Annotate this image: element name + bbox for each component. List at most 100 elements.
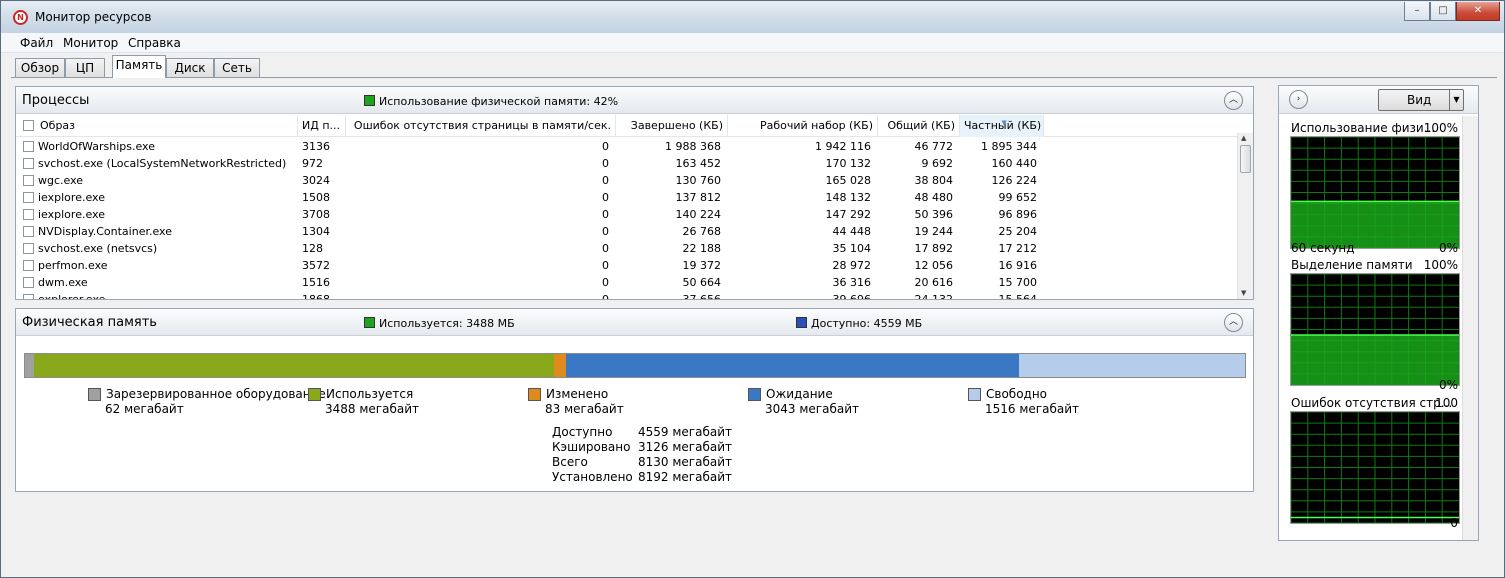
menu-help[interactable]: Справка — [128, 36, 181, 50]
scroll-up-icon[interactable]: ▲ — [1241, 134, 1246, 142]
cell-commit: 130 760 — [675, 174, 722, 187]
menu-monitor[interactable]: Монитор — [63, 36, 118, 50]
processes-collapse-button[interactable]: ︿ — [1224, 91, 1243, 110]
legend-color-square — [308, 388, 321, 401]
scroll-thumb[interactable] — [1240, 145, 1251, 173]
legend-value: 83 мегабайт — [545, 402, 624, 416]
maximize-button[interactable]: □ — [1430, 2, 1456, 21]
physical-usage-stat: Использование физической памяти: 42% — [364, 95, 618, 108]
col-private[interactable]: ▼ Частный (КБ) — [960, 115, 1044, 137]
row-checkbox[interactable] — [23, 175, 34, 186]
view-label: Вид — [1407, 93, 1432, 107]
select-all-checkbox[interactable] — [23, 120, 34, 131]
resource-monitor-app-icon: N — [13, 10, 28, 25]
legend-item-in-use: Используется 3488 мегабайт — [308, 387, 419, 416]
cell-pid: 1304 — [302, 225, 330, 238]
cell-name: iexplore.exe — [38, 191, 105, 204]
row-checkbox[interactable] — [23, 158, 34, 169]
graph-max-label: 100 — [1435, 396, 1458, 410]
row-checkbox[interactable] — [23, 260, 34, 271]
graph-time-label: 60 секунд — [1291, 241, 1355, 255]
table-row[interactable]: NVDisplay.Container.exe 1304 0 26 768 44 448… — [16, 223, 1253, 240]
row-checkbox[interactable] — [23, 209, 34, 220]
physical-memory-panel: Физическая память Используется: 3488 МБ … — [15, 308, 1254, 492]
menu-file[interactable]: Файл — [20, 36, 53, 50]
title-bar[interactable]: N Монитор ресурсов – □ ✕ — [1, 1, 1504, 33]
row-checkbox[interactable] — [23, 226, 34, 237]
table-row[interactable]: iexplore.exe 3708 0 140 224 147 292 50 396 96 … — [16, 206, 1253, 223]
row-checkbox[interactable] — [23, 141, 34, 152]
legend-value: 62 мегабайт — [105, 402, 184, 416]
physical-memory-header[interactable]: Физическая память Используется: 3488 МБ … — [16, 309, 1253, 336]
table-row[interactable]: iexplore.exe 1508 0 137 812 148 132 48 480 99 … — [16, 189, 1253, 206]
table-row[interactable]: svchost.exe (LocalSystemNetworkRestricte… — [16, 155, 1253, 172]
usage-legend-square — [364, 95, 375, 106]
cell-faults: 0 — [602, 259, 609, 272]
cell-private: 16 916 — [998, 259, 1038, 272]
tab-cpu[interactable]: ЦП — [65, 58, 105, 78]
cell-shared: 24 132 — [882, 293, 954, 299]
view-button[interactable]: Вид ▼ — [1378, 89, 1464, 111]
graphs-scrollbar[interactable] — [1462, 116, 1478, 540]
table-row[interactable]: explorer.exe 1868 0 37 656 39 696 24 132 15 56… — [16, 291, 1253, 299]
legend-label: Свободно — [986, 387, 1048, 401]
close-button[interactable]: ✕ — [1456, 2, 1500, 21]
col-image[interactable]: Образ — [36, 115, 298, 137]
legend-color-square — [968, 388, 981, 401]
col-shareable[interactable]: Общий (КБ) — [878, 115, 960, 137]
col-pid[interactable]: ИД п... — [298, 115, 346, 137]
tab-network[interactable]: Сеть — [214, 58, 260, 78]
legend-item-standby: Ожидание 3043 мегабайт — [748, 387, 859, 416]
processes-title: Процессы — [22, 93, 90, 108]
cell-private: 96 896 — [998, 208, 1038, 221]
cell-faults: 0 — [602, 140, 609, 153]
cell-name: WorldOfWarships.exe — [38, 140, 155, 153]
physical-memory-title: Физическая память — [22, 315, 157, 330]
cell-faults: 0 — [602, 191, 609, 204]
graphs-pane: › Вид ▼ Использование физи... 100% 60 секу… — [1278, 85, 1479, 541]
table-row[interactable]: wgc.exe 3024 0 130 760 165 028 38 804 126 224 — [16, 172, 1253, 189]
cell-working: 165 028 — [825, 174, 872, 187]
cell-shared: 48 480 — [914, 191, 954, 204]
row-checkbox[interactable] — [23, 243, 34, 254]
row-checkbox[interactable] — [23, 192, 34, 203]
minimize-button[interactable]: – — [1404, 2, 1430, 21]
legend-label: Ожидание — [766, 387, 833, 401]
cell-working: 170 132 — [825, 157, 872, 170]
table-row[interactable]: perfmon.exe 3572 0 19 372 28 972 12 056 16 916 — [16, 257, 1253, 274]
view-dropdown-icon[interactable]: ▼ — [1449, 90, 1463, 110]
legend-color-square — [88, 388, 101, 401]
physical-memory-collapse-button[interactable]: ︿ — [1224, 313, 1243, 332]
graphs-pane-header: › Вид ▼ — [1279, 86, 1478, 114]
table-row[interactable]: WorldOfWarships.exe 3136 0 1 988 368 1 942 1… — [16, 138, 1253, 155]
summary-value: 4559 мегабайт — [638, 425, 732, 439]
legend-label: Изменено — [546, 387, 609, 401]
processes-header[interactable]: Процессы Использование физической памяти… — [16, 87, 1253, 114]
tab-memory[interactable]: Память — [112, 55, 166, 78]
tab-divider — [11, 77, 1497, 78]
table-row[interactable]: dwm.exe 1516 0 50 664 36 316 20 616 15 700 — [16, 274, 1253, 291]
cell-name: perfmon.exe — [38, 259, 108, 272]
summary-label: Кэшировано — [552, 440, 631, 454]
expand-pane-button[interactable]: › — [1289, 90, 1308, 109]
cell-working: 28 972 — [832, 259, 872, 272]
legend-value: 3488 мегабайт — [325, 402, 419, 416]
row-checkbox[interactable] — [23, 294, 34, 299]
summary-row: Доступно 4559 мегабайт — [552, 425, 752, 440]
cell-faults: 0 — [602, 157, 609, 170]
performance-graph — [1290, 136, 1460, 249]
processes-scrollbar[interactable]: ▲ ▼ — [1237, 133, 1253, 299]
cell-commit: 50 664 — [682, 276, 722, 289]
memory-summary: Доступно 4559 мегабайт Кэшировано 3126 мега… — [552, 425, 752, 485]
col-hard-faults[interactable]: Ошибок отсутствия страницы в памяти/сек. — [346, 115, 616, 137]
window-title: Монитор ресурсов — [35, 10, 152, 24]
tab-overview[interactable]: Обзор — [15, 58, 65, 78]
table-row[interactable]: svchost.exe (netsvcs) 128 0 22 188 35 104 17 … — [16, 240, 1253, 257]
col-commit[interactable]: Завершено (КБ) — [616, 115, 728, 137]
tab-disk[interactable]: Диск — [166, 58, 214, 78]
row-checkbox[interactable] — [23, 277, 34, 288]
cell-faults: 0 — [602, 242, 609, 255]
col-working-set[interactable]: Рабочий набор (КБ) — [728, 115, 878, 137]
scroll-down-icon[interactable]: ▼ — [1241, 289, 1246, 297]
cell-commit: 26 768 — [682, 225, 722, 238]
